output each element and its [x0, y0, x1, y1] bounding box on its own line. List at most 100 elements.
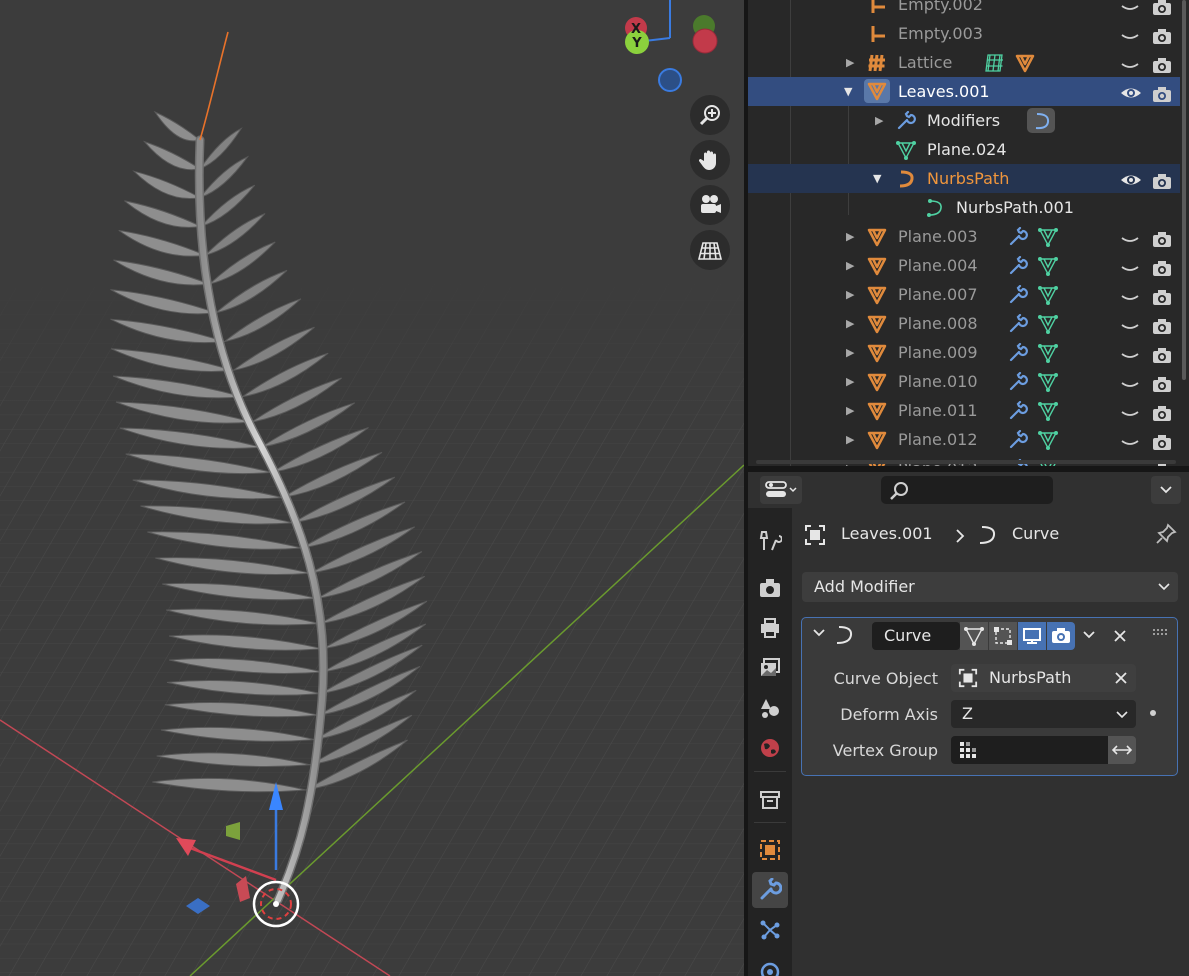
wrench-icon[interactable]	[1007, 313, 1029, 335]
outliner-row-plane[interactable]: ▶ Plane.007	[748, 280, 1180, 309]
mesh-object-icon	[864, 79, 890, 103]
outliner-row-plane[interactable]: ▶ Plane.012	[748, 425, 1180, 454]
expand-triangle-icon[interactable]: ▶	[846, 309, 854, 338]
tab-collection[interactable]	[752, 782, 788, 818]
gizmo-neg-z-ball[interactable]	[658, 68, 682, 92]
deform-axis-dropdown[interactable]: Z	[951, 700, 1136, 728]
tab-physics[interactable]	[752, 952, 788, 976]
pin-icon[interactable]	[1154, 522, 1178, 546]
invert-vertex-group-button[interactable]	[1108, 736, 1136, 764]
3d-viewport[interactable]: X Y	[0, 0, 744, 976]
outliner-row-nurbspath[interactable]: ▼ NurbsPath	[748, 164, 1180, 193]
mesh-data-icon[interactable]	[1037, 255, 1059, 277]
outliner-row-modifiers[interactable]: ▶ Modifiers	[748, 106, 1180, 135]
modifier-name-field[interactable]: Curve	[872, 622, 960, 650]
collapse-triangle-icon[interactable]: ▼	[873, 164, 881, 193]
mesh-data-icon[interactable]	[1037, 284, 1059, 306]
render-toggle[interactable]	[1047, 622, 1075, 650]
outliner-row-plane-024[interactable]: Plane.024	[748, 135, 1180, 164]
expand-triangle-icon[interactable]: ▶	[846, 338, 854, 367]
empty-icon	[866, 23, 888, 45]
grid-perspective-icon	[697, 242, 723, 260]
edit-mode-toggle[interactable]	[960, 622, 988, 650]
zoom-button[interactable]	[690, 95, 730, 135]
wrench-icon[interactable]	[1007, 400, 1029, 422]
expand-triangle-icon[interactable]: ▶	[846, 367, 854, 396]
outliner-row-leaves-001[interactable]: ▼ Leaves.001	[748, 77, 1180, 106]
expand-triangle-icon[interactable]: ▶	[846, 280, 854, 309]
viewport-scene[interactable]	[0, 0, 744, 976]
search-icon	[890, 482, 908, 500]
outliner-row-label: Plane.009	[898, 343, 978, 362]
chevron-down-icon[interactable]	[1082, 630, 1096, 640]
tab-tool[interactable]	[752, 522, 788, 558]
outliner-row-plane[interactable]: ▶ Plane.010	[748, 367, 1180, 396]
curve-modifier-panel: Curve Curve Object NurbsPath Deform Axis…	[801, 617, 1178, 776]
clear-icon[interactable]	[1114, 671, 1128, 685]
mesh-data-icon[interactable]	[1037, 226, 1059, 248]
tab-modifiers[interactable]	[752, 872, 788, 908]
tab-render[interactable]	[752, 570, 788, 606]
properties-editor[interactable]: Leaves.001 Curve Add Modifier Curve Curv…	[748, 472, 1189, 976]
outliner-row-plane[interactable]: ▶ Plane.008	[748, 309, 1180, 338]
outliner-row-plane[interactable]: ▶ Plane.004	[748, 251, 1180, 280]
chevron-down-icon	[1116, 711, 1128, 719]
expand-triangle-icon[interactable]: ▶	[846, 425, 854, 454]
drag-handle-icon[interactable]	[1152, 628, 1168, 636]
mesh-data-icon[interactable]	[1037, 342, 1059, 364]
gizmo-neg-x-ball[interactable]	[692, 28, 718, 54]
mesh-data-icon[interactable]	[1037, 400, 1059, 422]
expand-triangle-icon[interactable]: ▶	[846, 251, 854, 280]
collapse-triangle-icon[interactable]: ▼	[844, 77, 852, 106]
editor-type-button[interactable]	[760, 476, 802, 504]
expand-triangle-icon[interactable]: ▶	[846, 48, 854, 77]
collapse-chevron-icon[interactable]	[812, 628, 826, 638]
properties-search-field[interactable]	[881, 476, 1053, 504]
mesh-data-icon[interactable]	[1037, 371, 1059, 393]
tab-view-layer[interactable]	[752, 650, 788, 686]
viewport-display-toggle[interactable]	[1018, 622, 1046, 650]
tab-scene[interactable]	[752, 690, 788, 726]
keyframe-dot-icon[interactable]	[1150, 710, 1156, 716]
outliner-row-label: Empty.003	[898, 24, 983, 43]
vertex-group-field[interactable]	[951, 736, 1108, 764]
mesh-data-icon[interactable]	[1037, 313, 1059, 335]
expand-triangle-icon[interactable]: ▶	[846, 396, 854, 425]
close-icon[interactable]	[1112, 628, 1128, 644]
wrench-icon[interactable]	[1007, 371, 1029, 393]
tab-output[interactable]	[752, 610, 788, 646]
wrench-icon[interactable]	[1007, 255, 1029, 277]
cage-toggle[interactable]	[989, 622, 1017, 650]
outliner-row-label: Modifiers	[927, 111, 1001, 130]
curve-modifier-icon[interactable]	[1027, 108, 1055, 133]
navigation-gizmo[interactable]: X Y	[612, 0, 722, 100]
outliner-row-empty-002[interactable]: Empty.002	[748, 0, 1180, 19]
wrench-icon[interactable]	[1007, 342, 1029, 364]
wrench-icon[interactable]	[1007, 284, 1029, 306]
mesh-object-icon	[866, 371, 888, 393]
perspective-toggle-button[interactable]	[690, 230, 730, 270]
outliner-scrollbar[interactable]	[1182, 0, 1186, 380]
outliner-row-plane[interactable]: ▶ Plane.009	[748, 338, 1180, 367]
outliner-row-nurbspath-001[interactable]: NurbsPath.001	[748, 193, 1180, 222]
pan-button[interactable]	[690, 140, 730, 180]
mesh-object-icon[interactable]	[1014, 52, 1036, 74]
wrench-icon[interactable]	[1007, 226, 1029, 248]
curve-object-field[interactable]: NurbsPath	[951, 664, 1136, 692]
outliner-row-lattice[interactable]: ▶ Lattice	[748, 48, 1180, 77]
properties-options-button[interactable]	[1151, 476, 1181, 504]
outliner[interactable]: Empty.002 Empty.003 ▶ Lattice ▼ Leaves.0…	[748, 0, 1189, 466]
expand-triangle-icon[interactable]: ▶	[846, 222, 854, 251]
mesh-data-icon[interactable]	[1037, 429, 1059, 451]
tab-object[interactable]	[752, 832, 788, 868]
expand-triangle-icon[interactable]: ▶	[875, 106, 883, 135]
wrench-icon[interactable]	[1007, 429, 1029, 451]
outliner-row-plane[interactable]: ▶ Plane.011	[748, 396, 1180, 425]
tab-particles[interactable]	[752, 912, 788, 948]
camera-view-button[interactable]	[690, 185, 730, 225]
outliner-row-plane[interactable]: ▶ Plane.003	[748, 222, 1180, 251]
outliner-row-empty-003[interactable]: Empty.003	[748, 19, 1180, 48]
lattice-data-icon[interactable]	[984, 52, 1006, 74]
tab-world[interactable]	[752, 730, 788, 766]
add-modifier-button[interactable]: Add Modifier	[802, 572, 1178, 602]
